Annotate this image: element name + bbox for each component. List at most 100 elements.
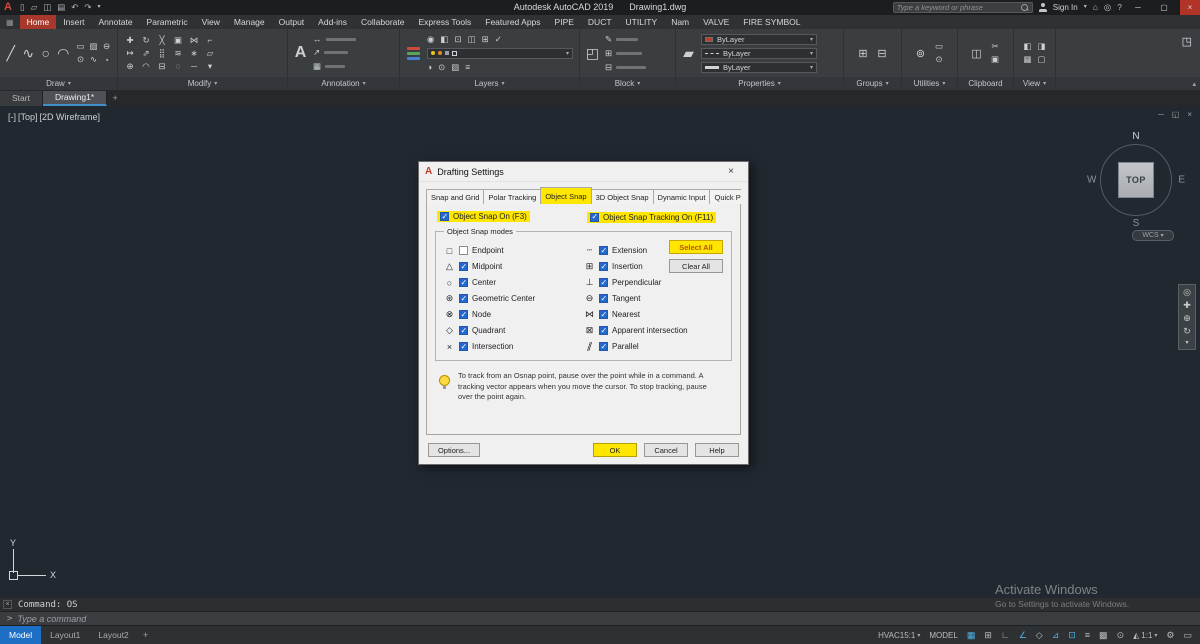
ribbon-collapse-icon[interactable]: ▴ [1192,80,1196,88]
line-tool[interactable]: ╱ [4,35,18,71]
lineweight-dropdown[interactable]: ByLayer ▾ [701,62,817,73]
named-views-tool[interactable]: ◨ [1037,41,1045,52]
table-tool[interactable]: ▦ [313,61,321,72]
isodraft-toggle-icon[interactable]: ◇ [1036,631,1043,640]
match-properties-tool[interactable]: ▰ [680,35,697,71]
customization-gear-icon[interactable]: ⚙ [1166,631,1174,640]
cut-tool[interactable]: ✂ [991,41,998,52]
explode-tool[interactable]: ∗ [190,48,197,59]
scale-tool[interactable]: ⇗ [142,48,149,59]
panel-label-annotation[interactable]: Annotation▾ [288,77,399,90]
sign-in-button[interactable]: Sign In [1053,3,1078,12]
dimension-tool[interactable]: ↔ [313,34,322,44]
ribbon-tab-featured-apps[interactable]: Featured Apps [478,15,547,29]
viewport-menu-control[interactable]: [-] [8,112,16,122]
pan-icon[interactable]: ✚ [1183,301,1191,310]
edit-block-tool[interactable]: ✎ [605,34,612,45]
node-checkbox[interactable] [459,310,468,319]
id-point-tool[interactable]: ⊙ [935,54,942,65]
modify-more-icon[interactable]: ▾ [208,61,212,72]
dialog-tab-snap-and-grid[interactable]: Snap and Grid [426,189,484,204]
dialog-titlebar[interactable]: A Drafting Settings × [419,162,748,182]
layout-tab-layout1[interactable]: Layout1 [41,626,89,644]
ribbon-tab-insert[interactable]: Insert [56,15,91,29]
ribbon-tab-home[interactable]: Home [20,15,57,29]
move-tool[interactable]: ✚ [126,35,133,46]
parallel-checkbox[interactable] [599,342,608,351]
polyline-tool[interactable]: ∿ [22,35,36,71]
save-icon[interactable]: ◫ [43,0,51,15]
undo-icon[interactable]: ↶ [71,0,78,15]
ribbon-tab-parametric[interactable]: Parametric [140,15,195,29]
layer-dropdown[interactable]: ▾ [427,48,573,59]
object-snap-on-checkbox[interactable] [440,212,449,221]
search-input[interactable]: Type a keyword or phrase [893,2,1033,13]
paste-tool[interactable]: ◫ [969,46,984,61]
viewcube-top-face[interactable]: TOP [1118,162,1154,198]
quadrant-checkbox[interactable] [459,326,468,335]
ok-button[interactable]: OK [593,443,637,457]
trim-tool[interactable]: ╳ [159,35,164,46]
viewcube-west[interactable]: W [1087,175,1096,186]
arc-tool[interactable]: ◠ [57,35,71,71]
drawing-close-icon[interactable]: × [1187,110,1192,119]
rectangle-tool[interactable]: ▭ [76,41,84,52]
viewport-config-tool[interactable]: ◧ [1023,41,1031,52]
panel-label-modify[interactable]: Modify▾ [118,77,287,90]
center-checkbox[interactable] [459,278,468,287]
panel-label-utilities[interactable]: Utilities▾ [902,77,957,90]
lengthen-tool[interactable]: ─ [191,61,197,71]
make-current-icon[interactable]: ✓ [495,34,502,45]
steering-wheel-icon[interactable]: ◎ [1183,288,1191,297]
layer-match-icon[interactable]: ▨ [451,62,459,73]
ungroup-tool[interactable]: ⊟ [875,46,890,61]
selection-cycling-icon[interactable]: ⊙ [1117,631,1125,640]
panel-label-layers[interactable]: Layers▾ [400,77,579,90]
mirror-tool[interactable]: ⋈ [190,35,199,46]
dialog-tab-object-snap[interactable]: Object Snap [540,187,591,204]
ribbon-tab-add-ins[interactable]: Add-ins [311,15,354,29]
erase-tool[interactable]: ▱ [207,48,214,59]
help-button[interactable]: Help [695,443,739,457]
transparency-toggle-icon[interactable]: ▩ [1099,631,1108,640]
tangent-checkbox[interactable] [599,294,608,303]
ribbon-tab-fire-symbol[interactable]: FIRE SYMBOL [736,15,807,29]
wcs-menu[interactable]: WCS▾ [1132,230,1174,241]
plot-icon[interactable]: ▤ [57,0,65,15]
drawing-minimize-icon[interactable]: ─ [1158,110,1164,119]
layer-properties-tool[interactable] [407,47,420,60]
layer-merge-icon[interactable]: ⊞ [482,34,489,45]
ortho-toggle-icon[interactable]: ∟ [1001,631,1010,640]
intersection-checkbox[interactable] [459,342,468,351]
object-snap-tracking-checkbox[interactable] [590,213,599,222]
stretch-tool[interactable]: ↦ [126,48,133,59]
command-input[interactable]: > Type a command [0,611,1200,625]
ribbon-tab-output[interactable]: Output [272,15,312,29]
layer-isolate-icon[interactable]: ⊡ [454,34,461,45]
clean-screen-icon[interactable]: ▭ [1183,631,1192,640]
hatch-tool[interactable]: ▨ [89,41,97,52]
measure-tool[interactable]: ⊚ [913,46,928,61]
close-button[interactable]: × [1180,0,1200,15]
file-tab-start[interactable]: Start [0,91,43,106]
viewcube-east[interactable]: E [1178,175,1185,186]
autocad-logo-icon[interactable]: A [0,0,16,15]
redo-icon[interactable]: ↷ [84,0,91,15]
create-block-tool[interactable]: ⊞ [605,48,612,59]
dialog-tab-polar-tracking[interactable]: Polar Tracking [483,189,541,204]
perpendicular-checkbox[interactable] [599,278,608,287]
ellipse-tool[interactable]: ⊖ [103,41,110,52]
ribbon-tab-nam[interactable]: Nam [664,15,696,29]
dialog-tab-3d-object-snap[interactable]: 3D Object Snap [591,189,654,204]
extension-checkbox[interactable] [599,246,608,255]
text-tool[interactable]: A [292,35,309,71]
switch-windows-icon[interactable]: ◳ [1182,35,1192,48]
dialog-tab-quick-properties[interactable]: Quick Properties [709,189,741,204]
spline-tool[interactable]: ∿ [90,54,97,65]
command-close-icon[interactable]: × [3,600,12,609]
viewport-scale-control[interactable]: HVAC15:1▾ [878,631,920,640]
search-icon[interactable] [1021,4,1029,12]
new-drawing-button[interactable]: + [107,91,123,106]
snap-toggle-icon[interactable]: ⊞ [984,631,992,640]
new-file-icon[interactable]: ▯ [20,0,25,15]
